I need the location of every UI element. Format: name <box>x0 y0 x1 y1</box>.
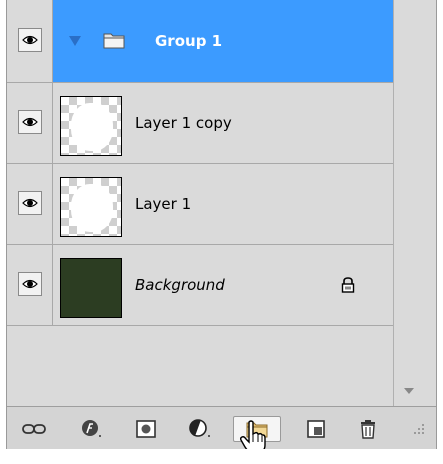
eye-icon <box>22 117 38 127</box>
folder-icon <box>103 33 125 49</box>
thumbnail-shape <box>71 184 113 232</box>
scroll-down-arrow-icon[interactable] <box>404 388 414 396</box>
trash-icon <box>361 420 375 439</box>
visibility-toggle[interactable] <box>18 191 42 215</box>
new-layer-button[interactable] <box>303 417 329 441</box>
new-adjustment-layer-button[interactable] <box>187 417 213 441</box>
fx-icon <box>82 420 101 437</box>
layer-row-group-1[interactable]: Group 1 <box>7 0 393 83</box>
expand-triangle-icon[interactable] <box>69 36 81 46</box>
lock-icon <box>341 277 355 293</box>
layers-empty-area[interactable] <box>7 326 393 406</box>
layer-name[interactable]: Layer 1 copy <box>135 113 232 133</box>
delete-layer-button[interactable] <box>355 417 381 441</box>
layers-list: Group 1 Layer 1 copy Layer 1 Background <box>7 0 393 406</box>
thumbnail-shape <box>71 103 113 151</box>
layer-name[interactable]: Layer 1 <box>135 194 191 214</box>
visibility-toggle[interactable] <box>18 28 42 52</box>
layer-thumbnail[interactable] <box>60 258 122 318</box>
layer-thumbnail[interactable] <box>60 96 122 156</box>
page-bottom-strip <box>0 449 443 464</box>
link-icon <box>22 424 46 434</box>
add-mask-button[interactable] <box>133 417 159 441</box>
mask-icon <box>136 420 156 438</box>
layer-thumbnail[interactable] <box>60 177 122 237</box>
layers-toolbar <box>7 406 436 449</box>
visibility-cell[interactable] <box>7 83 53 163</box>
layers-scrollbar[interactable] <box>393 0 436 406</box>
eye-icon <box>22 35 38 45</box>
eye-icon <box>22 279 38 289</box>
adjustment-icon <box>189 419 210 437</box>
link-layers-button[interactable] <box>21 417 47 441</box>
layers-panel: Group 1 Layer 1 copy Layer 1 Background <box>6 0 437 449</box>
layer-row-layer-1-copy[interactable]: Layer 1 copy <box>7 83 393 164</box>
new-layer-icon <box>307 420 325 438</box>
add-layer-style-button[interactable] <box>79 417 105 441</box>
layer-name[interactable]: Background <box>135 275 225 295</box>
visibility-cell[interactable] <box>7 0 53 82</box>
visibility-toggle[interactable] <box>18 110 42 134</box>
layer-row-background[interactable]: Background <box>7 245 393 326</box>
resize-grip-icon[interactable] <box>413 423 425 435</box>
eye-icon <box>22 198 38 208</box>
layer-name[interactable]: Group 1 <box>155 31 222 51</box>
layer-row-layer-1[interactable]: Layer 1 <box>7 164 393 245</box>
visibility-toggle[interactable] <box>18 272 42 296</box>
visibility-cell[interactable] <box>7 245 53 325</box>
visibility-cell[interactable] <box>7 164 53 244</box>
